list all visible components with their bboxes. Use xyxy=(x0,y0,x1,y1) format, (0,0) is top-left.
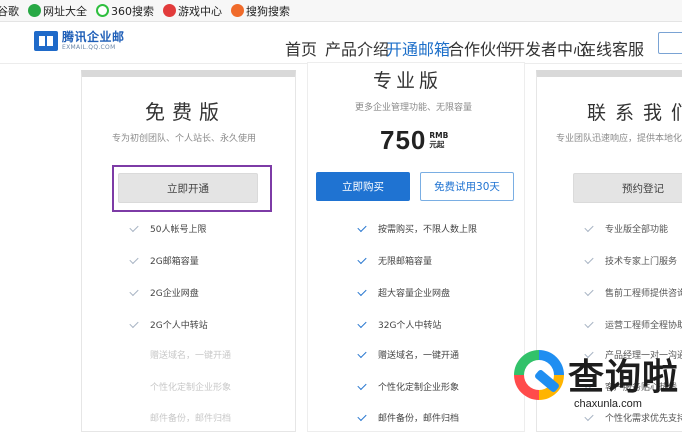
check-icon xyxy=(357,318,367,328)
free-feature-disabled: 个性化定制企业形象 xyxy=(150,383,232,393)
free-feature: 2G企业网盘 xyxy=(129,286,199,299)
check-icon xyxy=(357,411,367,421)
pro-plan-subtitle: 更多企业管理功能、无限容量 xyxy=(355,103,473,113)
check-icon xyxy=(584,222,594,232)
free-feature: 2G邮箱容量 xyxy=(129,254,199,267)
logo[interactable]: 腾讯企业邮 EXMAIL.QQ.COM xyxy=(34,31,125,51)
plan-card-pro xyxy=(307,62,525,432)
check-icon xyxy=(129,318,139,328)
nav-open-mailbox[interactable]: 开通邮箱 xyxy=(386,36,450,60)
contact-feature: 运营工程师全程协助 xyxy=(584,318,682,331)
free-feature-disabled: 赠送域名，一键开通 xyxy=(150,351,232,361)
free-trial-button[interactable]: 免费试用30天 xyxy=(420,172,514,201)
pro-feature: 超大容量企业网盘 xyxy=(357,286,450,299)
watermark-name: 查询啦 xyxy=(568,357,680,398)
bookmark-site-nav[interactable]: 网址大全 xyxy=(28,3,87,19)
360-search-icon xyxy=(96,4,109,17)
pro-feature: 赠送域名，一键开通 xyxy=(357,348,459,361)
contact-feature: 技术专家上门服务 xyxy=(584,254,677,267)
pro-feature: 邮件备份，邮件归档 xyxy=(357,411,459,424)
bookmarks-bar: 谷歌 网址大全 360搜索 游戏中心 搜狗搜索 xyxy=(0,0,682,22)
logo-domain: EXMAIL.QQ.COM xyxy=(62,44,116,51)
price-amount: 750 xyxy=(380,125,427,155)
bookmark-360-search[interactable]: 360搜索 xyxy=(96,3,154,19)
highlight-box xyxy=(112,165,272,212)
nav-partners[interactable]: 合作伙伴 xyxy=(448,36,512,60)
bookmark-360-search-label: 360搜索 xyxy=(111,4,154,18)
contact-feature: 专业版全部功能 xyxy=(584,222,668,235)
price-suffix: 元起 xyxy=(429,139,445,149)
check-icon xyxy=(584,318,594,328)
chaxunla-watermark: 查询啦 chaxunla.com xyxy=(510,342,682,432)
logo-name: 腾讯企业邮 xyxy=(62,30,125,44)
bookmark-game-center[interactable]: 游戏中心 xyxy=(163,3,222,19)
check-icon xyxy=(357,254,367,264)
nav-home[interactable]: 首页 xyxy=(285,36,317,60)
bookmark-sogou[interactable]: 搜狗搜索 xyxy=(231,3,290,19)
nav-online-service[interactable]: 在线客服 xyxy=(580,36,644,60)
free-plan-title: 免费版 xyxy=(145,100,226,124)
buy-now-button[interactable]: 立即购买 xyxy=(316,172,410,201)
sogou-icon xyxy=(231,4,244,17)
bookmark-sogou-label: 搜狗搜索 xyxy=(246,4,290,18)
check-icon xyxy=(357,348,367,358)
bookmark-site-nav-label: 网址大全 xyxy=(43,4,87,18)
free-plan-subtitle: 专为初创团队、个人站长、永久使用 xyxy=(112,134,257,144)
pro-feature: 个性化定制企业形象 xyxy=(357,380,459,393)
free-feature: 2G个人中转站 xyxy=(129,318,208,331)
nav-developer-center[interactable]: 开发者中心 xyxy=(509,36,589,60)
bookmark-google-label: 谷歌 xyxy=(0,4,19,18)
site-nav-icon xyxy=(28,4,41,17)
watermark-domain: chaxunla.com xyxy=(574,398,642,410)
check-icon xyxy=(129,286,139,296)
bookmark-game-center-label: 游戏中心 xyxy=(178,4,222,18)
contact-plan-title: 联系我们 xyxy=(587,102,682,124)
free-feature: 50人帐号上限 xyxy=(129,222,206,235)
site-header: 腾讯企业邮 EXMAIL.QQ.COM 首页 产品介绍 开通邮箱 合作伙伴 开发… xyxy=(0,22,682,64)
game-center-icon xyxy=(163,4,176,17)
pro-price: 750 RMB 元起 xyxy=(380,125,448,156)
free-feature-disabled: 邮件备份，邮件归档 xyxy=(150,414,232,424)
bookmark-google[interactable]: 谷歌 xyxy=(0,3,19,19)
pro-plan-title: 专业版 xyxy=(373,70,443,92)
pro-feature: 无限邮箱容量 xyxy=(357,254,432,267)
contact-feature: 售前工程师提供咨询 xyxy=(584,286,682,299)
contact-plan-subtitle: 专业团队迅速响应，提供本地化 xyxy=(556,134,682,144)
check-icon xyxy=(584,286,594,296)
check-icon xyxy=(129,222,139,232)
book-registration-button[interactable]: 预约登记 xyxy=(573,173,682,203)
pro-feature: 按需购买，不限人数上限 xyxy=(357,222,477,235)
nav-products[interactable]: 产品介绍 xyxy=(325,36,389,60)
check-icon xyxy=(584,254,594,264)
check-icon xyxy=(357,380,367,390)
check-icon xyxy=(357,222,367,232)
pro-feature: 32G个人中转站 xyxy=(357,318,441,331)
login-button[interactable] xyxy=(658,32,682,54)
check-icon xyxy=(129,254,139,264)
check-icon xyxy=(357,286,367,296)
envelope-logo-icon xyxy=(34,31,58,51)
